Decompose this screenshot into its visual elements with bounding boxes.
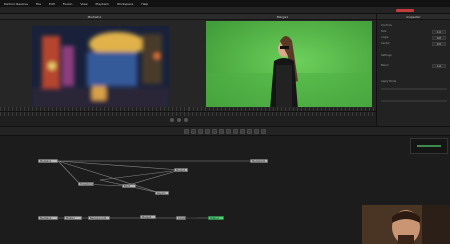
transport-bar xyxy=(0,111,376,126)
tool-background-icon[interactable] xyxy=(184,128,189,134)
viewer-right-image xyxy=(206,21,372,111)
viewer-left-image xyxy=(32,26,169,118)
inspector-section-controls[interactable]: Controls xyxy=(381,24,392,27)
tool-mask-icon[interactable] xyxy=(212,128,217,134)
tool-text-icon[interactable] xyxy=(198,128,203,134)
viewer-left[interactable]: MediaIn1 xyxy=(0,14,189,118)
tool-tracker-icon[interactable] xyxy=(240,128,245,134)
city-night-image xyxy=(32,26,169,118)
node-minimap[interactable] xyxy=(410,138,448,154)
inspector-header: Inspector xyxy=(377,14,450,20)
inspector-label-angle: Angle xyxy=(381,36,389,39)
node-label: MediaOut1 xyxy=(252,160,266,163)
tool-keyer-icon[interactable] xyxy=(247,128,252,134)
inspector-value-angle[interactable]: 0.0 xyxy=(432,36,446,40)
inspector-value-size[interactable]: 1.0 xyxy=(432,30,446,34)
viewer-left-title: MediaIn1 xyxy=(87,14,102,19)
node-label: Transform1 xyxy=(80,183,95,186)
skip-forward-icon[interactable] xyxy=(184,118,188,122)
inspector-label-center: Center xyxy=(381,42,390,45)
menu-help[interactable]: Help xyxy=(141,2,148,6)
node-label: Merge2 xyxy=(142,216,152,219)
inspector-panel: Inspector Controls Size 1.0 Angle 0.0 Ce… xyxy=(376,14,450,126)
node-background1[interactable]: Background1 xyxy=(88,216,110,220)
menu-fusion[interactable]: Fusion xyxy=(63,2,73,6)
node-output[interactable]: Output xyxy=(208,216,224,220)
inspector-title: Inspector xyxy=(406,14,421,19)
menu-playback[interactable]: Playback xyxy=(96,2,109,6)
node-blur1[interactable]: Blur1 xyxy=(122,184,136,188)
menu-workspace[interactable]: Workspace xyxy=(117,2,133,6)
node-label: Merge1 xyxy=(176,169,186,172)
menu-bar: DaVinci Resolve File Edit Fusion View Pl… xyxy=(0,0,450,7)
playback-controls xyxy=(170,118,188,122)
viewer-right[interactable]: Merge1 xyxy=(189,14,376,111)
node-tools-toolbar xyxy=(0,126,450,136)
tool-merge-icon[interactable] xyxy=(205,128,210,134)
top-toolbar xyxy=(0,7,450,14)
node-matte1[interactable]: Matte1 xyxy=(64,216,82,220)
record-indicator[interactable] xyxy=(396,9,414,12)
node-merge2[interactable]: Merge2 xyxy=(140,215,156,219)
timeline-ruler[interactable] xyxy=(0,112,376,116)
tool-blur-icon[interactable] xyxy=(219,128,224,134)
node-label: Output xyxy=(210,217,219,220)
inspector-label-apply-mode: Apply Mode xyxy=(381,80,397,83)
node-colorcorrector1[interactable]: ColorCorrector1 xyxy=(176,216,198,220)
node-label: Background1 xyxy=(90,217,107,220)
webcam-overlay xyxy=(362,205,450,244)
inspector-label-size: Size xyxy=(381,30,387,33)
inspector-value-center[interactable]: 0.5 xyxy=(432,42,446,46)
inspector-slider-2[interactable] xyxy=(381,100,447,102)
menu-app[interactable]: DaVinci Resolve xyxy=(4,2,28,6)
inspector-label-blend: Blend xyxy=(381,64,389,67)
inspector-slider[interactable] xyxy=(381,88,447,90)
node-transform1[interactable]: Transform1 xyxy=(78,182,94,186)
node-label: Keyer1 xyxy=(157,192,166,195)
inspector-value-blend[interactable]: 1.0 xyxy=(432,64,446,68)
play-icon[interactable] xyxy=(177,118,181,122)
node-mediaout1[interactable]: MediaOut1 xyxy=(250,159,268,163)
tool-3d-icon[interactable] xyxy=(254,128,259,134)
node-label: Blur1 xyxy=(124,185,131,188)
minimap-viewport xyxy=(417,145,441,147)
tool-transform-icon[interactable] xyxy=(233,128,238,134)
node-label: MediaIn2 xyxy=(40,217,52,220)
menu-edit[interactable]: Edit xyxy=(49,2,55,6)
tool-paint-icon[interactable] xyxy=(191,128,196,134)
green-screen-person-image xyxy=(206,21,372,111)
node-mediain2[interactable]: MediaIn2 xyxy=(38,216,58,220)
presenter-face-image xyxy=(362,205,450,244)
node-label: Matte1 xyxy=(66,217,75,220)
node-keyer1[interactable]: Keyer1 xyxy=(155,191,169,195)
node-merge1[interactable]: Merge1 xyxy=(174,168,188,172)
node-mediain1[interactable]: MediaIn1 xyxy=(38,159,58,163)
inspector-section-settings[interactable]: Settings xyxy=(381,54,392,57)
tool-particles-icon[interactable] xyxy=(261,128,266,134)
skip-back-icon[interactable] xyxy=(170,118,174,122)
node-label: ColorCorrector1 xyxy=(178,217,198,220)
menu-view[interactable]: View xyxy=(80,2,87,6)
viewer-right-header: Merge1 xyxy=(189,14,376,20)
node-label: MediaIn1 xyxy=(40,160,52,163)
tool-color-icon[interactable] xyxy=(226,128,231,134)
viewer-right-title: Merge1 xyxy=(276,14,289,19)
viewer-left-header: MediaIn1 xyxy=(0,14,189,20)
menu-file[interactable]: File xyxy=(36,2,41,6)
